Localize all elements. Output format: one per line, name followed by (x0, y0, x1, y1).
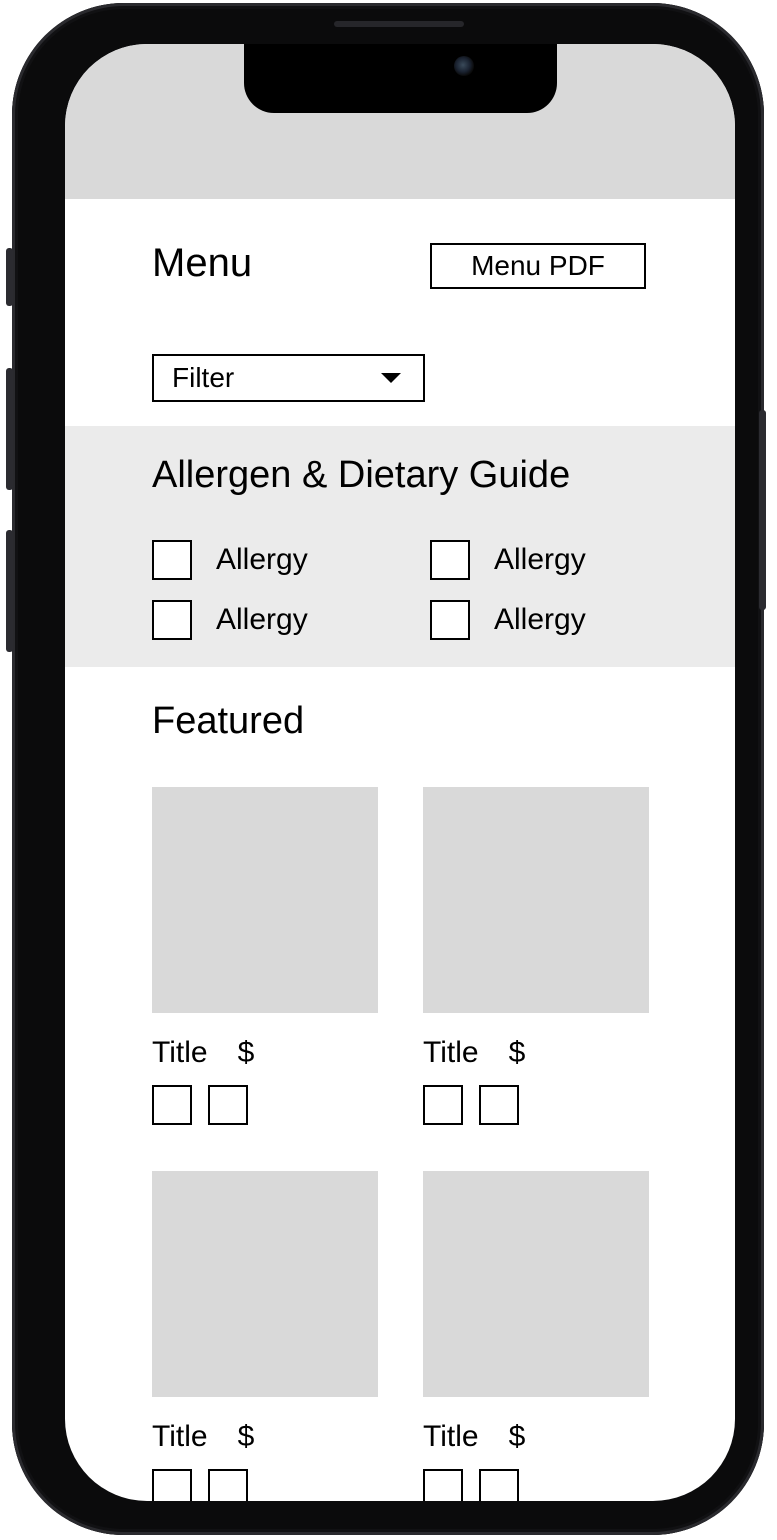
allergy-option[interactable]: Allergy (430, 600, 586, 640)
allergen-guide-heading: Allergen & Dietary Guide (152, 454, 571, 496)
allergen-guide-section: Allergen & Dietary Guide Allergy Allergy… (65, 426, 735, 667)
card-price: $ (237, 1036, 255, 1069)
allergy-checkbox[interactable] (430, 600, 470, 640)
power-button (759, 410, 766, 610)
card-title: Title (152, 1420, 208, 1453)
card-image-placeholder[interactable] (152, 787, 378, 1013)
allergy-option[interactable]: Allergy (430, 540, 586, 580)
featured-card[interactable]: Title $ (423, 1171, 649, 1501)
filter-label: Filter (172, 362, 235, 393)
phone-frame: Menu Menu PDF Filter Allergen & Dietary … (12, 3, 764, 1535)
allergy-checkbox[interactable] (152, 600, 192, 640)
allergy-checkbox[interactable] (430, 540, 470, 580)
featured-card[interactable]: Title $ (423, 787, 649, 1125)
dietary-tag-box (152, 1469, 192, 1501)
allergy-label: Allergy (494, 603, 586, 636)
allergy-label: Allergy (216, 603, 308, 636)
card-image-placeholder[interactable] (423, 787, 649, 1013)
dietary-tag-box (208, 1469, 248, 1501)
dietary-tag-box (479, 1469, 519, 1501)
card-title: Title (423, 1036, 479, 1069)
allergy-option[interactable]: Allergy (152, 540, 308, 580)
card-title: Title (423, 1420, 479, 1453)
menu-pdf-button[interactable]: Menu PDF (430, 243, 646, 289)
featured-card[interactable]: Title $ (152, 1171, 378, 1501)
notch (244, 44, 557, 113)
card-title: Title (152, 1036, 208, 1069)
phone-screen: Menu Menu PDF Filter Allergen & Dietary … (65, 44, 735, 1501)
dietary-tag-box (479, 1085, 519, 1125)
card-price: $ (508, 1036, 526, 1069)
speaker-slot (334, 21, 464, 27)
allergy-option[interactable]: Allergy (152, 600, 308, 640)
dietary-tag-box (208, 1085, 248, 1125)
card-price: $ (237, 1420, 255, 1453)
page-title: Menu (152, 241, 253, 285)
silent-switch (6, 248, 13, 306)
volume-down-button (6, 530, 13, 652)
card-image-placeholder[interactable] (423, 1171, 649, 1397)
dietary-tag-box (423, 1469, 463, 1501)
dietary-tag-box (152, 1085, 192, 1125)
allergy-checkbox[interactable] (152, 540, 192, 580)
allergy-label: Allergy (494, 543, 586, 576)
caret-down-icon (381, 373, 401, 383)
volume-up-button (6, 368, 13, 490)
featured-heading: Featured (152, 700, 305, 742)
card-image-placeholder[interactable] (152, 1171, 378, 1397)
featured-card[interactable]: Title $ (152, 787, 378, 1125)
front-camera-icon (454, 56, 474, 76)
card-price: $ (508, 1420, 526, 1453)
filter-dropdown[interactable]: Filter (152, 354, 425, 402)
allergy-label: Allergy (216, 543, 308, 576)
dietary-tag-box (423, 1085, 463, 1125)
